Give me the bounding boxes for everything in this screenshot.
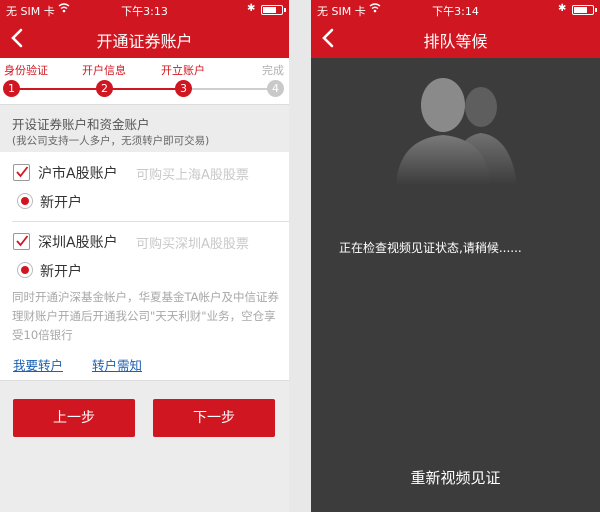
account-name-shenzhen: 深圳A股账户: [38, 235, 118, 251]
button-bar: 上一步 下一步: [0, 380, 289, 512]
prev-button[interactable]: 上一步: [13, 399, 135, 437]
account-name-shanghai: 沪市A股账户: [38, 166, 118, 182]
checkbox-shenzhen[interactable]: [13, 233, 30, 250]
transfer-notice-link[interactable]: 转户需知: [92, 355, 142, 374]
radio-label-shanghai: 新开户: [40, 195, 82, 211]
bluetooth-icon: ✱: [558, 3, 567, 14]
account-opening-screen: 无 SIM 卡 下午3:13 ✱ 开通证券账户 身份验证 开户信息 开立账户 完…: [0, 0, 289, 512]
battery-icon: [572, 5, 597, 15]
new-account-option-shenzhen[interactable]: 新开户: [0, 253, 289, 287]
new-account-option-shanghai[interactable]: 新开户: [0, 184, 289, 218]
step-remaining-line: [190, 88, 268, 90]
account-hint-shenzhen: 可购买深圳A股股票: [136, 237, 249, 252]
step-dot-4: 4: [267, 80, 284, 97]
step-label-2: 开户信息: [82, 64, 126, 77]
step-label-4: 完成: [262, 64, 284, 77]
bluetooth-icon: ✱: [247, 3, 256, 14]
retry-video-button[interactable]: 重新视频见证: [311, 467, 600, 488]
screen-divider: [289, 0, 311, 512]
radio-shenzhen-new[interactable]: [17, 262, 33, 278]
step-dot-1: 1: [3, 80, 20, 97]
checkmark-icon: [16, 166, 29, 178]
users-placeholder-icon: [391, 75, 521, 185]
step-label-3: 开立账户: [161, 64, 205, 77]
step-dot-2: 2: [96, 80, 113, 97]
transfer-link[interactable]: 我要转户: [13, 355, 63, 374]
radio-shanghai-new[interactable]: [17, 193, 33, 209]
status-message: 正在检查视频见证状态,请稍候......: [339, 241, 522, 255]
status-bar: 无 SIM 卡 下午3:14 ✱: [311, 0, 600, 20]
service-note: 同时开通沪深基金帐户，华夏基金TA帐户及中信证券理财账户开通后开通我公司"天天利…: [12, 290, 279, 342]
step-dot-3: 3: [175, 80, 192, 97]
step-label-1: 身份验证: [4, 64, 48, 77]
status-bar: 无 SIM 卡 下午3:13 ✱: [0, 0, 289, 20]
page-title: 开通证券账户: [96, 32, 193, 51]
checkbox-shanghai[interactable]: [13, 164, 30, 181]
section-title: 开设证券账户和资金账户: [12, 117, 150, 132]
next-button[interactable]: 下一步: [153, 399, 275, 437]
nav-bar: 开通证券账户: [0, 20, 289, 58]
page-title: 排队等候: [423, 32, 488, 51]
status-time: 下午3:13: [121, 5, 168, 18]
divider: [12, 221, 289, 222]
battery-icon: [261, 5, 286, 15]
status-time: 下午3:14: [432, 5, 479, 18]
checkmark-icon: [16, 235, 29, 247]
nav-bar: 排队等候: [311, 20, 600, 58]
queue-waiting-screen: 无 SIM 卡 下午3:14 ✱ 排队等候 正在检查视频见证状态,请稍候....…: [311, 0, 600, 512]
section-header: 开设证券账户和资金账户 (我公司支持一人多户，无须转户即可交易): [0, 104, 289, 152]
progress-stepper: 身份验证 开户信息 开立账户 完成 1 2 3 4: [0, 58, 289, 104]
account-hint-shanghai: 可购买上海A股股票: [136, 168, 249, 183]
radio-label-shenzhen: 新开户: [40, 264, 82, 280]
section-subtitle: (我公司支持一人多户，无须转户即可交易): [12, 135, 210, 147]
